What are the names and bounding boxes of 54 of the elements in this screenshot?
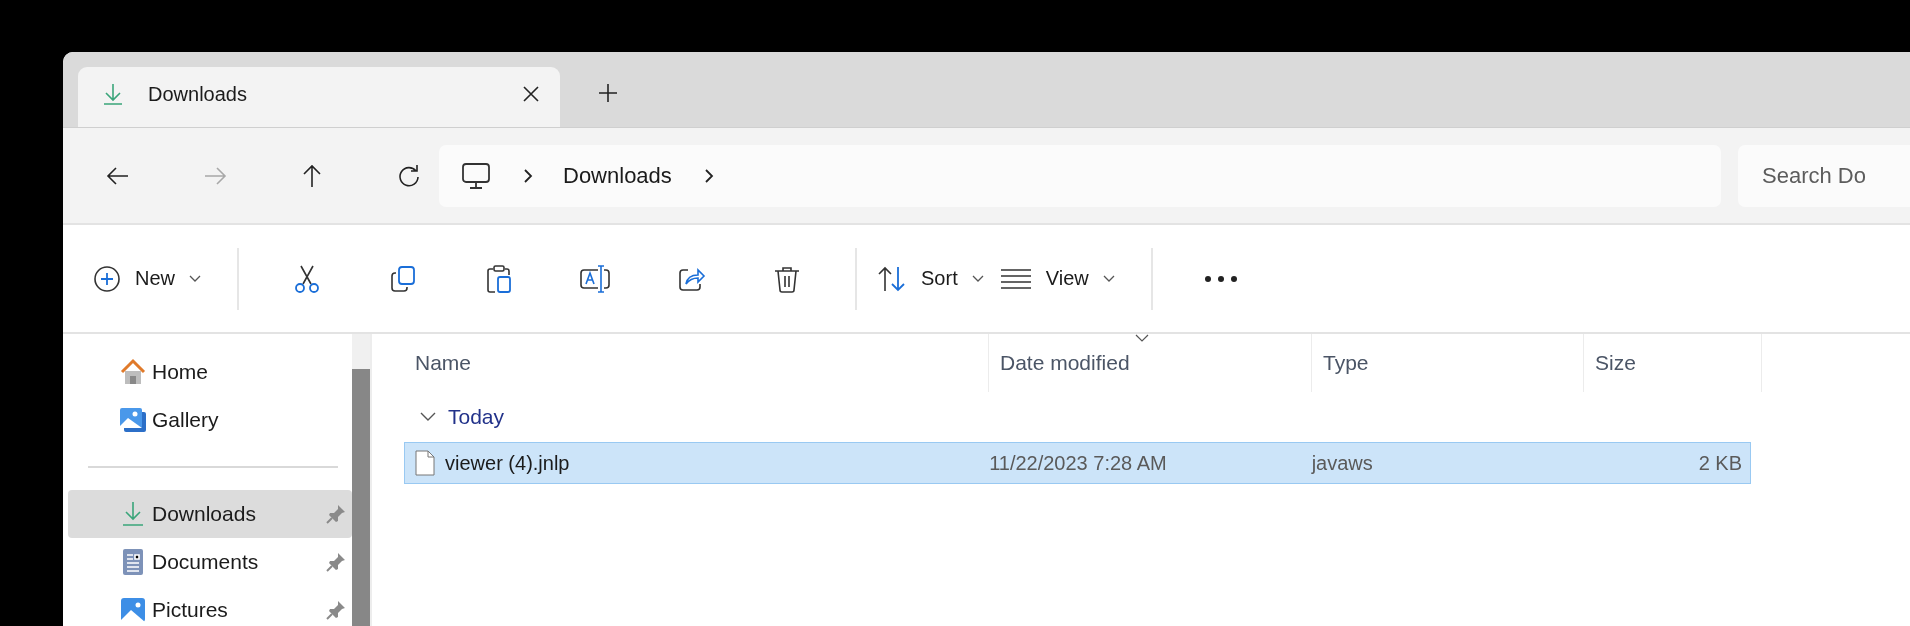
group-header[interactable]: Today <box>404 392 1910 442</box>
sidebar-item[interactable]: Documents <box>68 538 352 586</box>
sidebar-label: Pictures <box>152 598 229 622</box>
file-name: viewer (4).jnlp <box>445 451 570 475</box>
picture-icon <box>118 405 148 435</box>
chevron-icon[interactable] <box>703 167 714 184</box>
sidebar-item[interactable]: Pictures <box>68 586 352 626</box>
column-header[interactable]: Size <box>1584 334 1762 392</box>
scissors-icon <box>292 263 322 294</box>
scrollbar[interactable] <box>352 334 370 626</box>
column-header[interactable]: Date modified <box>989 334 1312 392</box>
sidebar-item[interactable]: Gallery <box>68 396 352 444</box>
size-cell: 2 KB <box>1698 451 1742 475</box>
monitor-icon <box>461 160 491 191</box>
caret-icon <box>189 274 201 283</box>
breadcrumb-item[interactable]: Downloads <box>563 162 672 189</box>
caret-icon <box>971 274 984 283</box>
pin-icon[interactable] <box>326 504 346 524</box>
pin-icon[interactable] <box>326 552 346 572</box>
download-icon <box>102 82 124 106</box>
sidebar-item[interactable]: Downloads <box>68 490 352 538</box>
file-icon <box>415 450 435 476</box>
new-button[interactable]: New <box>93 253 217 304</box>
caret-icon <box>1102 274 1115 283</box>
type-cell: javaws <box>1311 451 1373 475</box>
pin-icon[interactable] <box>326 600 346 620</box>
sidebar-item[interactable]: Home <box>68 348 352 396</box>
sidebar-label: Documents <box>152 550 260 574</box>
file-row[interactable]: viewer (4).jnlp 11/22/2023 7:28 AM javaws 2 KB <box>404 442 1751 484</box>
tab-title: Downloads <box>148 82 248 106</box>
column-header[interactable]: Type <box>1312 334 1584 392</box>
clipboard-icon <box>484 263 514 294</box>
sort-arrows-icon <box>877 264 907 293</box>
rename-icon <box>578 263 612 294</box>
search-field[interactable]: Search Do <box>1738 144 1910 207</box>
sidebar-label: Downloads <box>152 502 257 526</box>
address-bar[interactable]: Downloads <box>439 144 1721 207</box>
ellipsis-icon <box>1203 274 1238 283</box>
copy-icon <box>388 263 418 294</box>
browser-tab[interactable]: Downloads <box>78 67 560 127</box>
sidebar-label: Gallery <box>152 408 220 432</box>
chevron-icon[interactable] <box>523 167 533 184</box>
column-header[interactable]: Name <box>404 334 989 392</box>
sort-button[interactable]: Sort <box>877 253 1000 304</box>
close-icon[interactable] <box>522 85 540 103</box>
sidebar-label: Home <box>152 360 210 384</box>
house-icon <box>118 357 148 387</box>
chevron-icon <box>420 412 436 422</box>
refresh-icon <box>396 162 422 189</box>
new-tab-icon[interactable] <box>598 83 618 103</box>
lines-icon <box>999 267 1032 290</box>
date-cell: 11/22/2023 7:28 AM <box>989 451 1167 475</box>
plus-circle-icon <box>93 264 121 293</box>
view-button[interactable]: View <box>999 253 1131 304</box>
